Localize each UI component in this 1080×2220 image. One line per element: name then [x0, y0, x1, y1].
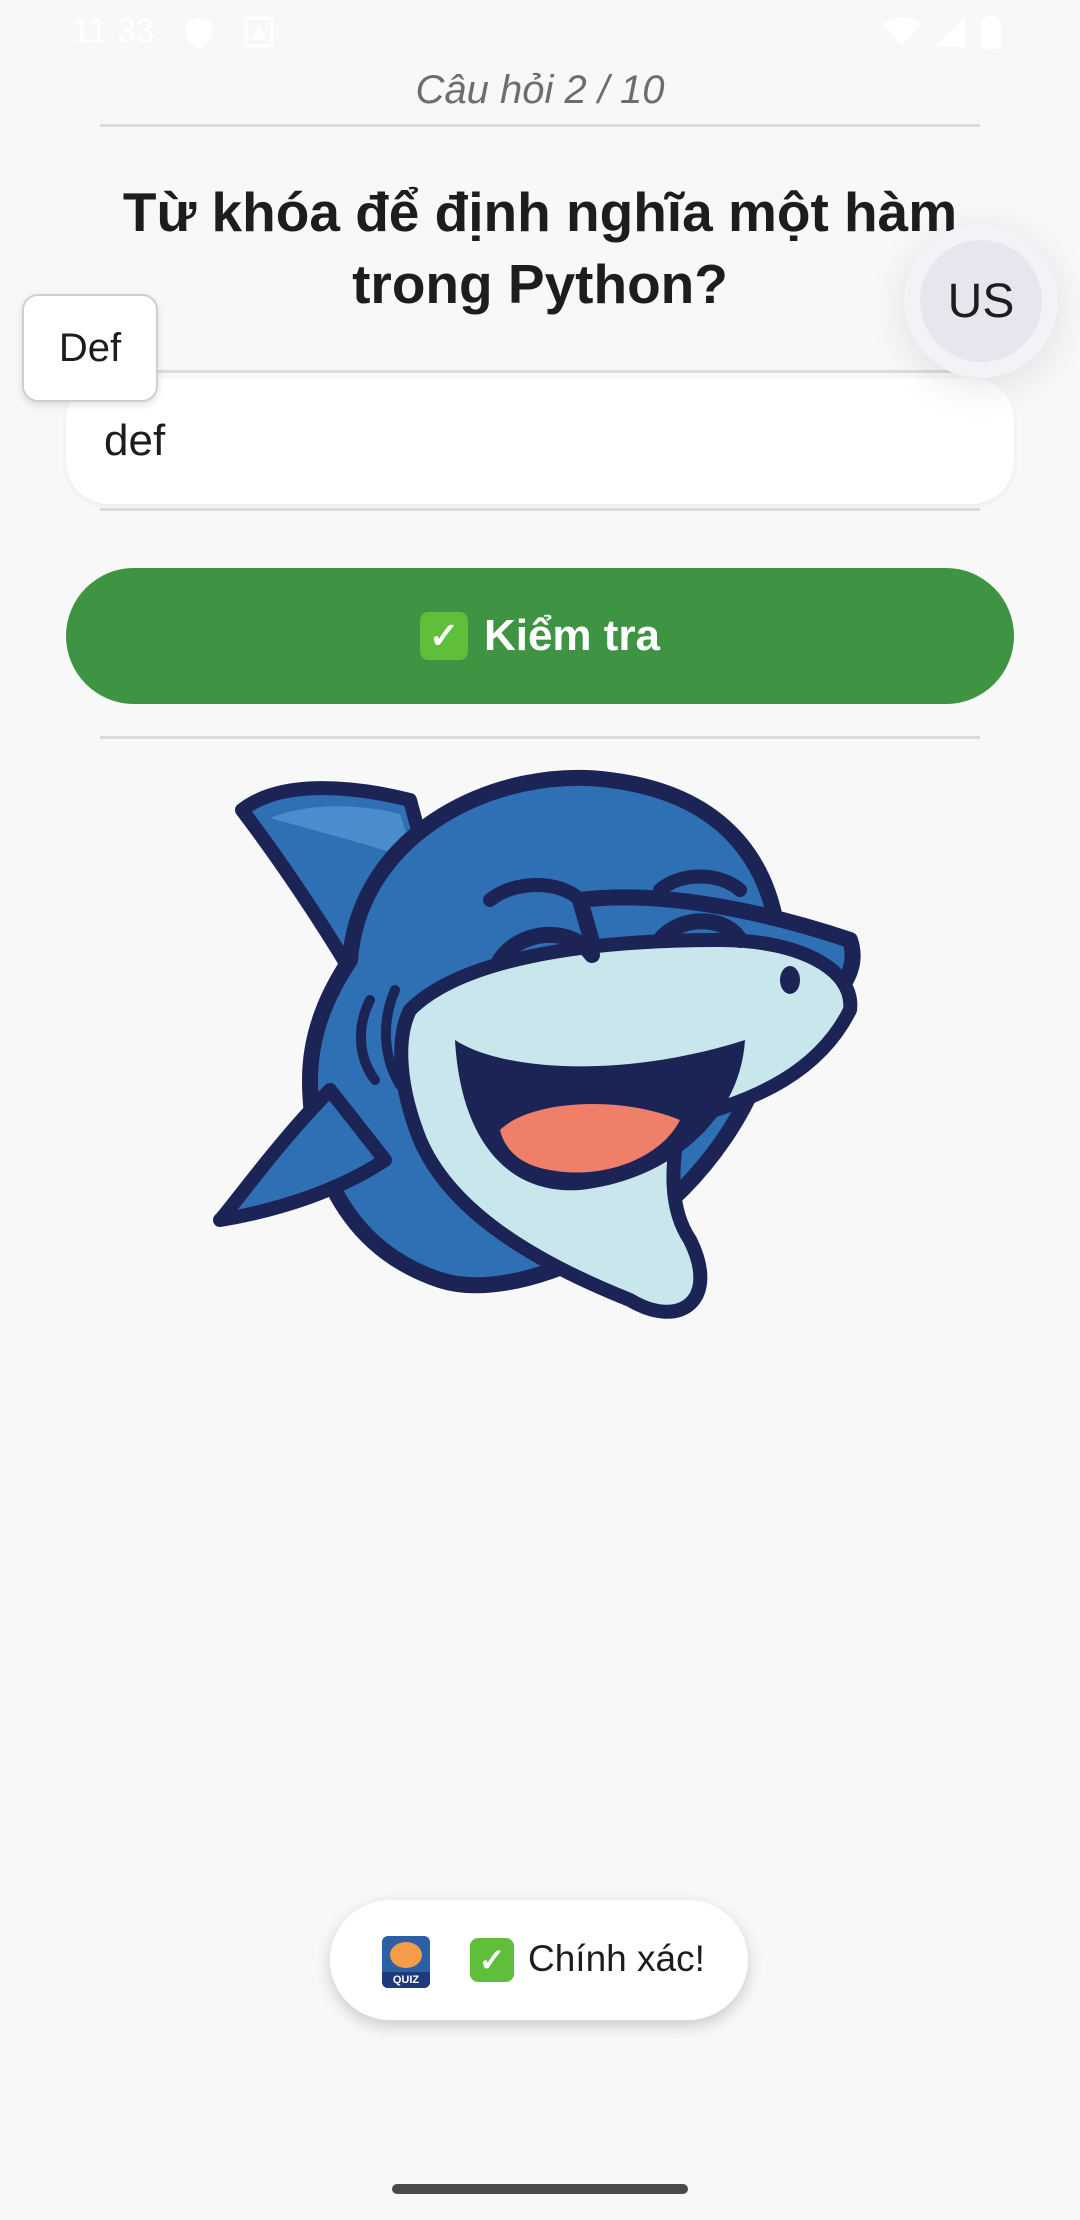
wifi-icon: [882, 16, 922, 53]
check-mark-icon: ✓: [470, 1938, 514, 1982]
check-button[interactable]: ✓ Kiểm tra: [66, 568, 1014, 704]
gesture-navigation-bar[interactable]: [392, 2184, 688, 2194]
status-bar: 11:33: [0, 0, 1080, 64]
shield-icon: [184, 16, 214, 55]
check-mark-icon: ✓: [419, 612, 468, 660]
answer-input-value: def: [104, 416, 166, 465]
signal-icon: [932, 16, 966, 53]
check-button-label: Kiểm tra: [483, 611, 661, 660]
shark-mascot-icon: [200, 740, 880, 1380]
toast-notification: QUIZ ✓ Chính xác!: [330, 1900, 748, 2020]
autocomplete-suggestion[interactable]: Def: [22, 294, 158, 402]
button-divider: [100, 736, 980, 739]
app-logo-icon: QUIZ: [382, 1936, 430, 1988]
notification-icon: [244, 16, 274, 53]
question-divider: [100, 370, 980, 373]
avatar[interactable]: US: [920, 240, 1042, 362]
battery-icon: [980, 16, 1002, 55]
quiz-screen: 11:33 Câu hỏi 2 / 10 Từ khóa để định ngh…: [0, 0, 1080, 2220]
header-divider: [100, 124, 980, 127]
answer-input[interactable]: def: [66, 378, 1014, 504]
status-time: 11:33: [72, 12, 155, 50]
question-title: Từ khóa để định nghĩa một hàm trong Pyth…: [122, 181, 958, 315]
question-counter: Câu hỏi 2 / 10: [415, 68, 665, 112]
toast-message: Chính xác!: [528, 1938, 705, 1979]
answer-divider: [100, 508, 980, 511]
